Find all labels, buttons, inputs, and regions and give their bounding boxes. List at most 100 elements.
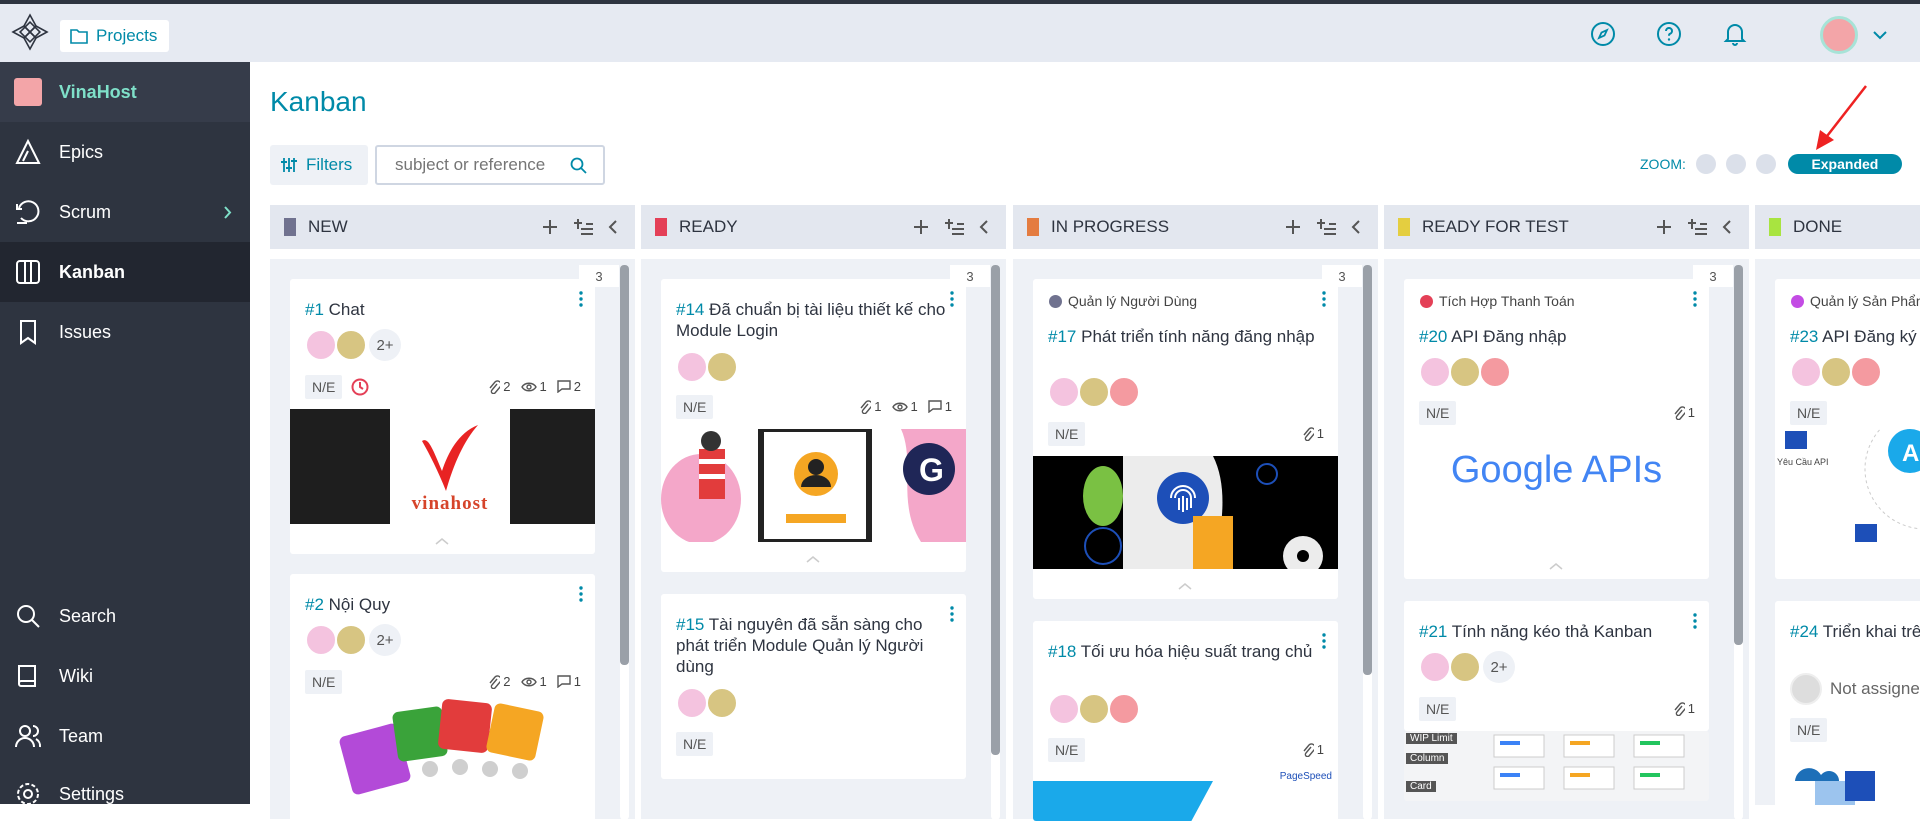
- card-ref[interactable]: #18: [1048, 642, 1076, 661]
- card-epic[interactable]: Tích Hợp Thanh Toán: [1420, 293, 1575, 309]
- column-scrollbar[interactable]: [1363, 265, 1372, 820]
- fold-column-icon[interactable]: [1350, 217, 1362, 237]
- sidebar-item-kanban[interactable]: Kanban: [0, 242, 250, 302]
- avatar[interactable]: [706, 351, 738, 383]
- bulk-add-icon[interactable]: [944, 217, 964, 237]
- collapse-chevron-icon[interactable]: [1546, 561, 1566, 571]
- kanban-card[interactable]: #14 Đã chuẩn bị tài liệu thiết kế cho Mo…: [661, 279, 966, 572]
- card-ref[interactable]: #20: [1419, 327, 1447, 346]
- sidebar-item-settings[interactable]: Settings: [0, 764, 250, 824]
- avatar[interactable]: [1048, 693, 1080, 725]
- card-menu-icon[interactable]: [950, 606, 954, 622]
- collapse-chevron-icon[interactable]: [432, 536, 452, 546]
- more-assignees[interactable]: 2+: [369, 624, 401, 656]
- card-menu-icon[interactable]: [1693, 613, 1697, 629]
- card-epic[interactable]: Quản lý Người Dùng: [1049, 293, 1197, 309]
- card-subject[interactable]: Tài nguyên đã sẵn sàng cho phát triển Mo…: [676, 615, 923, 676]
- chevron-down-icon[interactable]: [1872, 30, 1888, 40]
- filters-button[interactable]: Filters: [270, 145, 368, 185]
- sidebar-project[interactable]: VinaHost: [0, 62, 250, 122]
- card-epic[interactable]: Quản lý Sản Phẩm: [1791, 293, 1920, 309]
- avatar[interactable]: [305, 624, 337, 656]
- avatar[interactable]: [1449, 651, 1481, 683]
- card-ref[interactable]: #24: [1790, 622, 1818, 641]
- avatar[interactable]: [1820, 356, 1852, 388]
- card-menu-icon[interactable]: [1322, 291, 1326, 307]
- avatar[interactable]: [676, 687, 708, 719]
- card-ref[interactable]: #23: [1790, 327, 1818, 346]
- column-scrollbar[interactable]: [620, 265, 629, 820]
- zoom-level-3[interactable]: [1755, 154, 1776, 174]
- sidebar-item-epics[interactable]: Epics: [0, 122, 250, 182]
- avatar[interactable]: [1419, 651, 1451, 683]
- card-subject[interactable]: Triển khai trên production: [1823, 622, 1920, 641]
- kanban-card[interactable]: Tích Hợp Thanh Toán #20 API Đăng nhập N/…: [1404, 279, 1709, 579]
- collapse-chevron-icon[interactable]: [803, 554, 823, 564]
- bulk-add-icon[interactable]: [1687, 217, 1707, 237]
- avatar[interactable]: [1419, 356, 1451, 388]
- avatar[interactable]: [1850, 356, 1882, 388]
- kanban-card[interactable]: #2 Nội Quy 2+ N/E 2 1 1: [290, 574, 595, 834]
- collapse-chevron-icon[interactable]: [1175, 581, 1195, 591]
- add-icon[interactable]: [541, 217, 559, 237]
- card-menu-icon[interactable]: [1322, 633, 1326, 649]
- avatar[interactable]: [1078, 376, 1110, 408]
- card-subject[interactable]: Tính năng kéo thả Kanban: [1452, 622, 1652, 641]
- sidebar-item-team[interactable]: Team: [0, 706, 250, 766]
- search-input[interactable]: [395, 155, 555, 175]
- more-assignees[interactable]: 2+: [1483, 651, 1515, 683]
- zoom-level-1[interactable]: [1695, 154, 1716, 174]
- avatar[interactable]: [1790, 356, 1822, 388]
- avatar[interactable]: [335, 624, 367, 656]
- avatar[interactable]: [1108, 376, 1140, 408]
- card-subject[interactable]: Tối ưu hóa hiệu suất trang chủ: [1081, 642, 1313, 661]
- unassigned[interactable]: Not assigned: [1790, 673, 1920, 705]
- projects-button[interactable]: Projects: [60, 20, 170, 52]
- more-assignees[interactable]: 2+: [369, 329, 401, 361]
- avatar[interactable]: [1449, 356, 1481, 388]
- kanban-card[interactable]: #1 Chat 2+ N/E 2 1 2 vinahost: [290, 279, 595, 554]
- notifications-bell-icon[interactable]: [1719, 18, 1751, 50]
- card-subject[interactable]: Nội Quy: [329, 595, 390, 614]
- avatar[interactable]: [1108, 693, 1140, 725]
- card-ref[interactable]: #1: [305, 300, 324, 319]
- card-subject[interactable]: Đã chuẩn bị tài liệu thiết kế cho Module…: [676, 300, 945, 340]
- sidebar-item-issues[interactable]: Issues: [0, 302, 250, 362]
- column-scrollbar[interactable]: [991, 265, 1000, 820]
- kanban-card[interactable]: #24 Triển khai trên production Not assig…: [1775, 601, 1920, 805]
- avatar[interactable]: [706, 687, 738, 719]
- avatar[interactable]: [1078, 693, 1110, 725]
- card-menu-icon[interactable]: [579, 291, 583, 307]
- kanban-card[interactable]: Quản lý Sản Phẩm #23 API Đăng ký N/E A Y…: [1775, 279, 1920, 579]
- card-subject[interactable]: API Đăng nhập: [1451, 327, 1566, 346]
- fold-column-icon[interactable]: [607, 217, 619, 237]
- kanban-card[interactable]: #21 Tính năng kéo thả Kanban 2+ N/E 1: [1404, 601, 1709, 731]
- card-ref[interactable]: #2: [305, 595, 324, 614]
- kanban-card[interactable]: #18 Tối ưu hóa hiệu suất trang chủ N/E 1…: [1033, 621, 1338, 821]
- card-subject[interactable]: Phát triển tính năng đăng nhập: [1081, 327, 1314, 346]
- add-icon[interactable]: [1284, 217, 1302, 237]
- search-icon[interactable]: [570, 157, 587, 174]
- kanban-card[interactable]: Quản lý Người Dùng #17 Phát triển tính n…: [1033, 279, 1338, 599]
- add-icon[interactable]: [1655, 217, 1673, 237]
- bulk-add-icon[interactable]: [573, 217, 593, 237]
- card-ref[interactable]: #14: [676, 300, 704, 319]
- avatar[interactable]: [305, 329, 337, 361]
- zoom-level-2[interactable]: [1725, 154, 1746, 174]
- kanban-card[interactable]: #15 Tài nguyên đã sẵn sàng cho phát triể…: [661, 594, 966, 779]
- avatar[interactable]: [676, 351, 708, 383]
- add-icon[interactable]: [912, 217, 930, 237]
- card-menu-icon[interactable]: [1693, 291, 1697, 307]
- taiga-logo-icon[interactable]: [10, 12, 50, 52]
- sidebar-item-scrum[interactable]: Scrum: [0, 182, 250, 242]
- avatar[interactable]: [1048, 376, 1080, 408]
- card-ref[interactable]: #17: [1048, 327, 1076, 346]
- card-subject[interactable]: API Đăng ký: [1822, 327, 1917, 346]
- discover-compass-icon[interactable]: [1587, 18, 1619, 50]
- card-menu-icon[interactable]: [579, 586, 583, 602]
- avatar[interactable]: [1479, 356, 1511, 388]
- sidebar-item-search[interactable]: Search: [0, 586, 250, 646]
- bulk-add-icon[interactable]: [1316, 217, 1336, 237]
- sidebar-item-wiki[interactable]: Wiki: [0, 646, 250, 706]
- user-avatar[interactable]: [1820, 16, 1858, 54]
